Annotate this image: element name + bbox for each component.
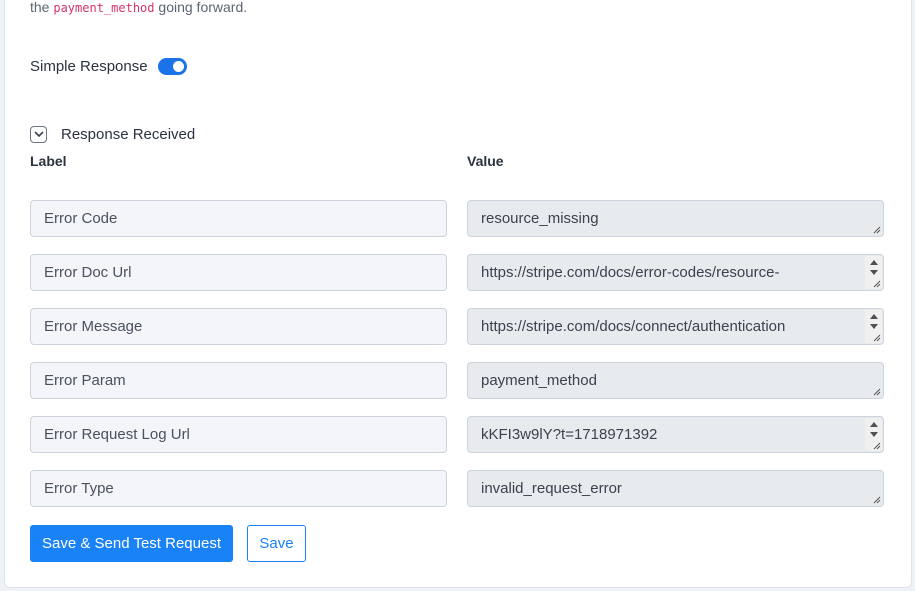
label-text: Error Param (44, 372, 126, 389)
save-button[interactable]: Save (247, 525, 306, 562)
scroll-down-icon[interactable] (865, 321, 882, 332)
label-field-error-message[interactable]: Error Message (30, 308, 447, 345)
scroll-up-icon[interactable] (865, 256, 882, 267)
value-field-error-doc-url[interactable]: https://stripe.com/docs/error-codes/reso… (467, 254, 884, 291)
resize-grip-icon[interactable] (871, 386, 881, 396)
resize-grip-icon[interactable] (871, 332, 881, 342)
label-field-error-code[interactable]: Error Code (30, 200, 447, 237)
value-field-error-code[interactable]: resource_missing (467, 200, 884, 237)
intro-suffix: going forward. (158, 0, 248, 15)
label-field-error-request-log-url[interactable]: Error Request Log Url (30, 416, 447, 453)
label-text: Error Doc Url (44, 264, 132, 281)
value-text: invalid_request_error (481, 480, 622, 497)
value-column-header: Value (467, 153, 504, 169)
resize-grip-icon[interactable] (871, 440, 881, 450)
scroll-down-icon[interactable] (865, 267, 882, 278)
resize-grip-icon[interactable] (871, 224, 881, 234)
label-text: Error Request Log Url (44, 426, 190, 443)
label-text: Error Message (44, 318, 143, 335)
label-field-error-type[interactable]: Error Type (30, 470, 447, 507)
chevron-down-icon (33, 131, 44, 138)
value-text: kKFI3w9lY?t=1718971392 (481, 426, 658, 443)
value-field-error-request-log-url[interactable]: kKFI3w9lY?t=1718971392 (467, 416, 884, 453)
value-text: https://stripe.com/docs/connect/authenti… (481, 318, 786, 335)
value-field-error-type[interactable]: invalid_request_error (467, 470, 884, 507)
scroll-up-icon[interactable] (865, 310, 882, 321)
response-received-row: Response Received (30, 126, 195, 143)
response-received-label: Response Received (61, 126, 196, 143)
label-text: Error Type (44, 480, 114, 497)
simple-response-row: Simple Response (30, 58, 187, 75)
label-field-error-param[interactable]: Error Param (30, 362, 447, 399)
scroll-down-icon[interactable] (865, 429, 882, 440)
resize-grip-icon[interactable] (871, 494, 881, 504)
response-card: the payment_method going forward. Simple… (4, 0, 912, 588)
value-text: https://stripe.com/docs/error-codes/reso… (481, 264, 780, 281)
intro-text: the payment_method going forward. (30, 0, 247, 18)
resize-grip-icon[interactable] (871, 278, 881, 288)
scroll-up-icon[interactable] (865, 418, 882, 429)
intro-code: payment_method (53, 1, 155, 15)
value-text: payment_method (481, 372, 597, 389)
save-and-send-test-request-button[interactable]: Save & Send Test Request (30, 525, 233, 562)
response-received-collapse-button[interactable] (30, 126, 47, 143)
simple-response-label: Simple Response (30, 58, 148, 75)
value-field-error-message[interactable]: https://stripe.com/docs/connect/authenti… (467, 308, 884, 345)
label-text: Error Code (44, 210, 118, 227)
label-field-error-doc-url[interactable]: Error Doc Url (30, 254, 447, 291)
simple-response-toggle[interactable] (157, 58, 187, 75)
value-text: resource_missing (481, 210, 599, 227)
intro-prefix: the (30, 0, 50, 15)
value-field-error-param[interactable]: payment_method (467, 362, 884, 399)
label-column-header: Label (30, 153, 67, 169)
